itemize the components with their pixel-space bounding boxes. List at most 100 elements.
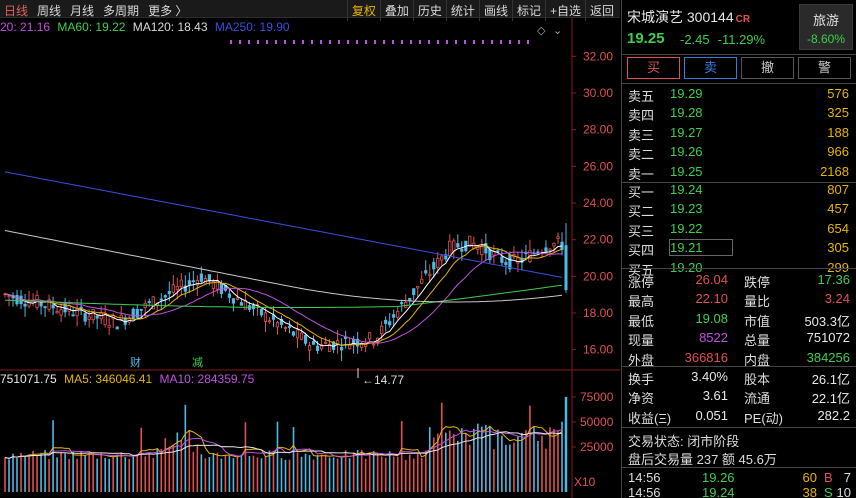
candle-body [267, 320, 272, 323]
ask-row[interactable]: 卖五 19.29 576 [622, 84, 856, 104]
ask-qty: 188 [827, 124, 849, 140]
stat-key: 量比 [744, 294, 771, 310]
ask-label: 卖二 [628, 147, 655, 163]
tab-weekly[interactable]: 周线 [37, 2, 61, 19]
candle-body [416, 285, 420, 289]
candle-body [307, 345, 312, 351]
ma250-value: MA250: 19.90 [214, 20, 290, 34]
stat-value: 19.08 [695, 310, 728, 326]
candle-body [368, 332, 372, 340]
candle-body [235, 297, 240, 300]
stat-key: 最高 [628, 294, 655, 310]
candle-body [139, 308, 143, 311]
sell-button[interactable]: 卖 [684, 57, 737, 79]
buy-button[interactable]: 买 [627, 57, 680, 79]
bid-qty: 305 [827, 240, 849, 256]
add-watchlist-button[interactable]: +自选 [544, 0, 585, 21]
candle-body [71, 314, 75, 317]
stat-key: 跌停 [744, 275, 771, 290]
candle-body [175, 286, 179, 290]
candle-body [287, 325, 292, 328]
stat-key: 流通 [744, 391, 771, 407]
event-marker [248, 40, 250, 44]
event-marker [293, 40, 295, 44]
sector-badge[interactable]: 旅游 -8.60% [799, 4, 853, 50]
price-tick-label: 28.00 [583, 123, 613, 137]
sector-name: 旅游 [812, 13, 839, 28]
bid-qty: 807 [827, 182, 849, 197]
tab-more[interactable]: 更多 〉 [148, 2, 187, 19]
candle-body [43, 306, 47, 309]
back-button[interactable]: 返回 [584, 0, 618, 21]
stat-value: 282.2 [817, 407, 850, 423]
candle-body [115, 326, 119, 330]
cancel-order-button[interactable]: 撤 [741, 57, 794, 79]
candle-body [227, 293, 232, 298]
ask-book: 卖五 19.29 576 卖四 19.28 325 卖三 19.27 188 卖二 19.26… [622, 84, 856, 182]
ask-price: 19.25 [670, 163, 703, 179]
event-marker [230, 40, 232, 44]
ask-row[interactable]: 卖一 19.25 2168 [622, 162, 856, 182]
event-marker [473, 40, 475, 44]
adjust-button[interactable]: 复权 [346, 0, 380, 21]
stat-value: 503.3亿 [804, 313, 850, 329]
stat-key: 换手 [628, 372, 655, 387]
trade-buttons: 买 卖 撤 警 [627, 57, 851, 79]
event-marker [383, 40, 385, 44]
last-price: 19.25 [627, 30, 665, 47]
draw-button[interactable]: 画线 [478, 0, 512, 21]
bid-price: 19.21 [670, 240, 703, 256]
candle-body [480, 246, 484, 255]
history-button[interactable]: 历史 [412, 0, 446, 21]
event-marker [464, 40, 466, 44]
bid-row[interactable]: 买一 19.24 807 [622, 180, 856, 200]
candle-body [23, 303, 27, 307]
overlay-button[interactable]: 叠加 [379, 0, 413, 21]
candle-body [400, 302, 404, 305]
ask-row[interactable]: 卖二 19.26 966 [622, 142, 856, 163]
candle-body [187, 280, 191, 285]
event-marker [455, 40, 457, 44]
ask-label: 卖三 [628, 127, 655, 143]
ask-row[interactable]: 卖三 19.27 188 [622, 123, 856, 143]
bid-row[interactable]: 买三 19.22 654 [622, 219, 856, 239]
vol-tick-label: 50000 [580, 415, 614, 429]
candle-body [59, 309, 63, 316]
vol-multiplier-label: X10 [574, 475, 596, 489]
candle-body [95, 315, 99, 319]
ask-price: 19.28 [670, 105, 703, 121]
volume-legend: 751071.75 MA5: 346046.41 MA10: 284359.75 [0, 372, 560, 388]
kline-chart[interactable]: 32.00 30.00 28.00 26.00 24.00 22.00 20.00 18.00… [0, 0, 620, 498]
candle-body [340, 347, 344, 351]
bid-row[interactable]: 买四 19.21 305 [622, 238, 856, 258]
tab-monthly[interactable]: 月线 [70, 2, 94, 19]
event-marker [266, 40, 268, 44]
event-marker [356, 40, 358, 44]
stock-title: 宋城演艺 300144 CR [627, 7, 750, 27]
tab-daily[interactable]: 日线 [4, 2, 28, 19]
stats-button[interactable]: 统计 [445, 0, 479, 21]
event-marker [311, 40, 313, 44]
candle-body [408, 297, 412, 301]
candle-body [91, 309, 95, 321]
tick-price: 19.26 [702, 470, 735, 485]
tick-list[interactable]: 14:56 19.26 60 B 7 14:56 19.24 38 S 10 [622, 469, 856, 498]
candle-body [412, 288, 416, 296]
period-tabs: 日线 周线 月线 多周期 更多 〉 [4, 2, 187, 19]
alert-button[interactable]: 警 [798, 57, 851, 79]
stat-row: 换手 3.40% 股本 26.1亿 [622, 367, 856, 387]
tab-multi-period[interactable]: 多周期 [103, 2, 139, 19]
ma-legend: 20: 21.16 MA60: 19.22 MA120: 18.43 MA250… [0, 20, 560, 36]
candle-body [75, 308, 79, 317]
ask-row[interactable]: 卖四 19.28 325 [622, 103, 856, 123]
candle-body [380, 325, 384, 335]
candle-body [295, 329, 300, 339]
candle-body [275, 321, 280, 328]
candle-body [352, 338, 356, 344]
stat-key: 总量 [744, 333, 771, 349]
mark-button[interactable]: 标记 [511, 0, 545, 21]
candle-body [299, 332, 304, 340]
candle-body [147, 301, 151, 304]
bid-row[interactable]: 买二 19.23 457 [622, 199, 856, 219]
vol-tick-label: 25000 [580, 440, 614, 454]
